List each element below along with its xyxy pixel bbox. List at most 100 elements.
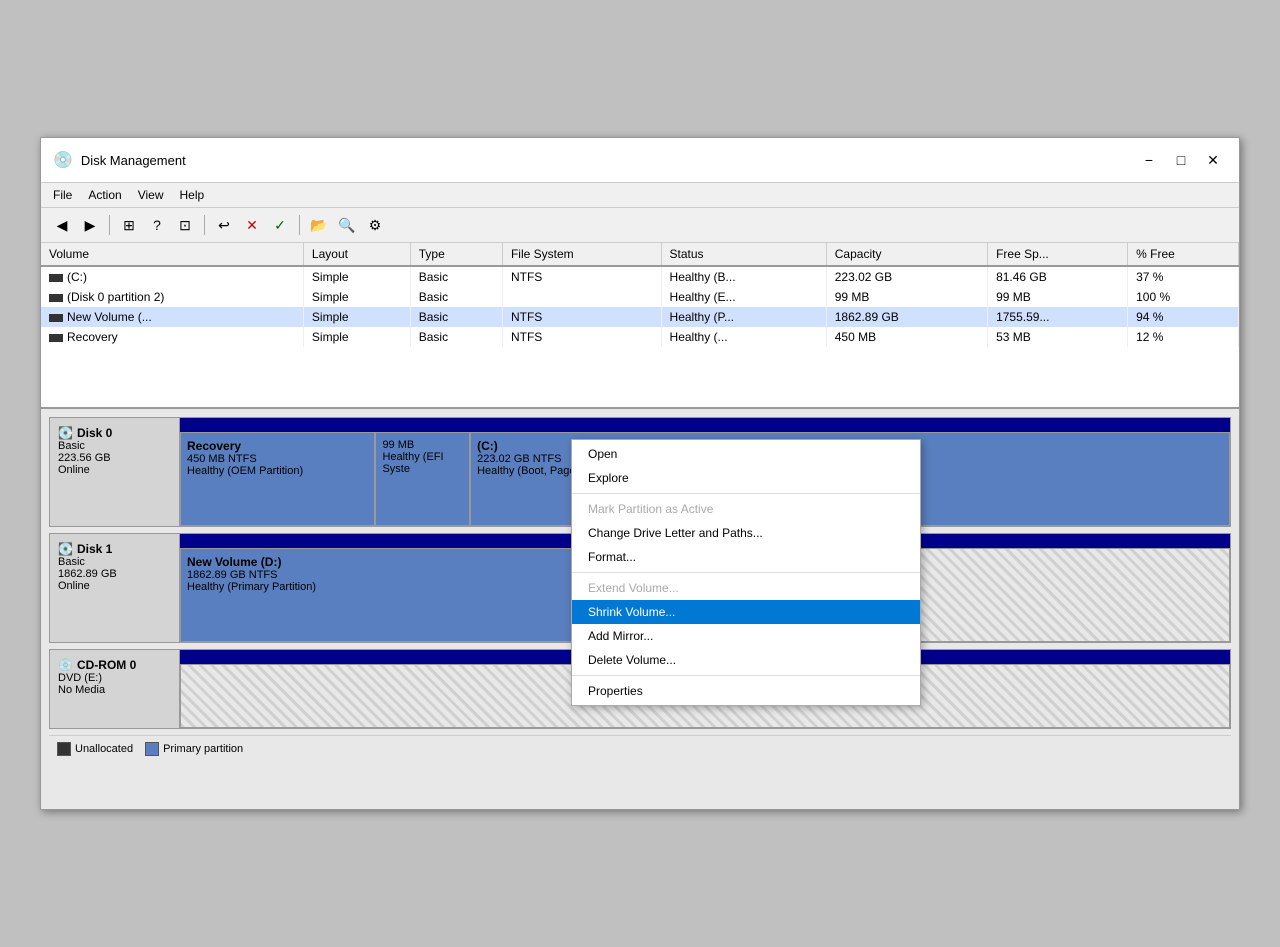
- menu-bar: File Action View Help: [41, 183, 1239, 208]
- cell-fs: NTFS: [502, 307, 661, 327]
- new-folder-button[interactable]: 📂: [306, 212, 332, 238]
- legend-label-unalloc: Unallocated: [75, 743, 133, 755]
- properties-button[interactable]: ⊡: [172, 212, 198, 238]
- ctx-sep-2: [572, 572, 920, 573]
- app-icon: 💿: [53, 150, 73, 170]
- toolbar: ◀ ▶ ⊞ ? ⊡ ↩ ✕ ✓ 📂 🔍 ⚙: [41, 208, 1239, 243]
- disk-0-partition-efi[interactable]: 99 MB Healthy (EFI Syste: [375, 432, 470, 526]
- window-controls: − □ ✕: [1135, 146, 1227, 174]
- cell-layout: Simple: [303, 287, 410, 307]
- menu-view[interactable]: View: [130, 185, 172, 205]
- table-empty-space: [41, 347, 1239, 407]
- disk-0-name: 💽 Disk 0: [58, 426, 171, 440]
- cell-pct: 12 %: [1128, 327, 1239, 347]
- cell-layout: Simple: [303, 266, 410, 287]
- table-row[interactable]: (Disk 0 partition 2) Simple Basic Health…: [41, 287, 1239, 307]
- ctx-change-drive[interactable]: Change Drive Letter and Paths...: [572, 521, 920, 545]
- ctx-add-mirror[interactable]: Add Mirror...: [572, 624, 920, 648]
- context-menu: Open Explore Mark Partition as Active Ch…: [571, 439, 921, 706]
- disk-icon: 💽: [58, 542, 73, 556]
- table-header-row: Volume Layout Type File System Status Ca…: [41, 243, 1239, 266]
- legend-primary: Primary partition: [145, 742, 243, 756]
- volume-table: Volume Layout Type File System Status Ca…: [41, 243, 1239, 347]
- legend-bar: Unallocated Primary partition: [49, 735, 1231, 762]
- partition-status: Healthy (EFI Syste: [382, 451, 463, 475]
- menu-help[interactable]: Help: [172, 185, 213, 205]
- cell-type: Basic: [410, 307, 502, 327]
- disk-0-type: Basic: [58, 440, 171, 452]
- partition-status: Healthy (OEM Partition): [187, 465, 368, 477]
- disk-0-partition-recovery[interactable]: Recovery 450 MB NTFS Healthy (OEM Partit…: [180, 432, 375, 526]
- menu-file[interactable]: File: [45, 185, 80, 205]
- cell-fs: NTFS: [502, 327, 661, 347]
- partition-size: 99 MB: [382, 439, 463, 451]
- table-row[interactable]: (C:) Simple Basic NTFS Healthy (B... 223…: [41, 266, 1239, 287]
- volume-icon: [49, 314, 63, 322]
- cell-type: Basic: [410, 327, 502, 347]
- cell-capacity: 223.02 GB: [826, 266, 987, 287]
- table-row[interactable]: New Volume (... Simple Basic NTFS Health…: [41, 307, 1239, 327]
- ctx-format[interactable]: Format...: [572, 545, 920, 569]
- cell-fs: [502, 287, 661, 307]
- cell-free: 53 MB: [988, 327, 1128, 347]
- col-capacity: Capacity: [826, 243, 987, 266]
- window-title: Disk Management: [81, 153, 186, 168]
- disk-icon: 💽: [58, 426, 73, 440]
- forward-button[interactable]: ▶: [77, 212, 103, 238]
- table-row[interactable]: Recovery Simple Basic NTFS Healthy (... …: [41, 327, 1239, 347]
- minimize-button[interactable]: −: [1135, 146, 1163, 174]
- col-volume: Volume: [41, 243, 303, 266]
- undo-button[interactable]: ↩: [211, 212, 237, 238]
- toolbar-separator-2: [204, 215, 205, 235]
- col-filesystem: File System: [502, 243, 661, 266]
- cdrom-status: No Media: [58, 684, 171, 696]
- cell-free: 99 MB: [988, 287, 1128, 307]
- menu-action[interactable]: Action: [80, 185, 129, 205]
- cell-capacity: 99 MB: [826, 287, 987, 307]
- commit-button[interactable]: ✓: [267, 212, 293, 238]
- title-bar: 💿 Disk Management − □ ✕: [41, 138, 1239, 183]
- volume-table-area: Volume Layout Type File System Status Ca…: [41, 243, 1239, 409]
- ctx-delete[interactable]: Delete Volume...: [572, 648, 920, 672]
- legend-unallocated: Unallocated: [57, 742, 133, 756]
- find-button[interactable]: 🔍: [334, 212, 360, 238]
- disk-1-label: 💽 Disk 1 Basic 1862.89 GB Online: [50, 534, 180, 642]
- toolbar-separator-3: [299, 215, 300, 235]
- col-pctfree: % Free: [1128, 243, 1239, 266]
- col-free: Free Sp...: [988, 243, 1128, 266]
- cell-layout: Simple: [303, 307, 410, 327]
- partition-size: 450 MB NTFS: [187, 453, 368, 465]
- volume-icon: [49, 294, 63, 302]
- col-type: Type: [410, 243, 502, 266]
- cancel-button[interactable]: ✕: [239, 212, 265, 238]
- disk-0-status: Online: [58, 464, 171, 476]
- cell-status: Healthy (B...: [661, 266, 826, 287]
- cell-layout: Simple: [303, 327, 410, 347]
- cell-pct: 94 %: [1128, 307, 1239, 327]
- close-button[interactable]: ✕: [1199, 146, 1227, 174]
- settings-button[interactable]: ⚙: [362, 212, 388, 238]
- cdrom-icon: 💿: [58, 658, 73, 672]
- back-button[interactable]: ◀: [49, 212, 75, 238]
- partition-name: Recovery: [187, 439, 368, 453]
- disk-1-size: 1862.89 GB: [58, 568, 171, 580]
- disk-list-button[interactable]: ⊞: [116, 212, 142, 238]
- ctx-sep-3: [572, 675, 920, 676]
- disk-0-size: 223.56 GB: [58, 452, 171, 464]
- cell-capacity: 450 MB: [826, 327, 987, 347]
- ctx-shrink[interactable]: Shrink Volume...: [572, 600, 920, 624]
- cell-volume: (Disk 0 partition 2): [41, 287, 303, 307]
- ctx-open[interactable]: Open: [572, 442, 920, 466]
- ctx-sep-1: [572, 493, 920, 494]
- cell-status: Healthy (E...: [661, 287, 826, 307]
- maximize-button[interactable]: □: [1167, 146, 1195, 174]
- disk-1-name: 💽 Disk 1: [58, 542, 171, 556]
- legend-box-primary: [145, 742, 159, 756]
- help-button[interactable]: ?: [144, 212, 170, 238]
- volume-icon: [49, 274, 63, 282]
- ctx-properties[interactable]: Properties: [572, 679, 920, 703]
- legend-label-primary: Primary partition: [163, 743, 243, 755]
- cell-free: 81.46 GB: [988, 266, 1128, 287]
- ctx-explore[interactable]: Explore: [572, 466, 920, 490]
- cell-type: Basic: [410, 266, 502, 287]
